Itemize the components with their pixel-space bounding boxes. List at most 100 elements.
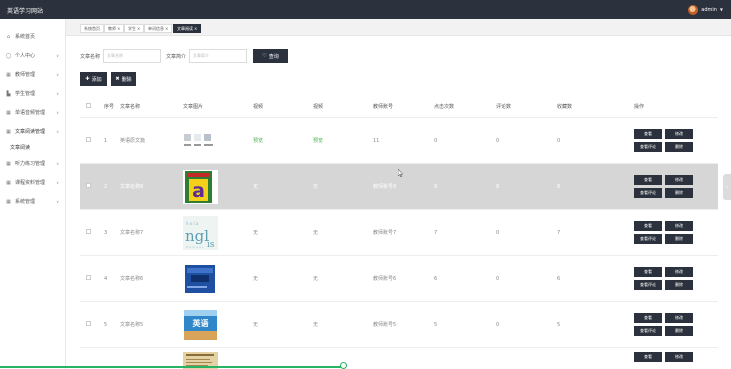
sidebar-subitem-article-reading[interactable]: 文章阅读 — [0, 141, 65, 154]
edit-button[interactable]: 修改 — [665, 221, 693, 231]
edit-button[interactable]: 修改 — [665, 175, 693, 185]
delete-row-button[interactable]: 删除 — [665, 280, 693, 290]
sidebar-item-audio[interactable]: ▦ 单语音频管理 ∨ — [0, 103, 65, 122]
header-clicks[interactable]: 点击次数 — [434, 103, 496, 110]
row-checkbox[interactable] — [86, 321, 91, 326]
article-name-input[interactable]: 文章名称 — [103, 49, 162, 63]
header-teacher[interactable]: 教师账号 — [373, 103, 434, 110]
row-checkbox[interactable] — [86, 183, 91, 188]
row-favorites: 0 — [557, 137, 561, 144]
header-favorites[interactable]: 收藏数 — [557, 103, 634, 110]
grid-icon: ▦ — [6, 198, 11, 205]
edit-button[interactable]: 修改 — [665, 267, 693, 277]
chevron-down-icon: ∨ — [56, 91, 59, 96]
close-icon[interactable]: × — [117, 26, 120, 31]
sidebar-item-listening[interactable]: ▦ 听力练习管理 ∨ — [0, 154, 65, 173]
header-index: 序号 — [104, 104, 115, 110]
close-icon[interactable]: × — [165, 26, 168, 31]
user-name[interactable]: admin — [701, 7, 717, 13]
tab-label: 系统首页 — [84, 26, 100, 31]
svg-text:ngl: ngl — [185, 227, 209, 245]
header-name[interactable]: 文章名称 — [120, 103, 183, 110]
table-row[interactable]: 5 文章名称5 英语 无 无 教师账号5 5 0 5 查看 修改 查看评论 删除 — [80, 302, 718, 348]
delete-row-button[interactable]: 删除 — [665, 142, 693, 152]
grid-icon: ▦ — [6, 71, 11, 78]
table-row[interactable]: 3 文章名称7 h o l a ngl is b o n j o u r 无 无… — [80, 210, 718, 256]
table-row[interactable]: 4 文章名称6 无 无 教师账号6 6 0 6 查看 修改 查看评论 删除 — [80, 256, 718, 302]
row-video-preview[interactable]: 预览 — [253, 137, 313, 144]
view-comments-button[interactable]: 查看评论 — [634, 280, 662, 290]
sidebar-item-teachers[interactable]: ▦ 教师管理 ∨ — [0, 65, 65, 84]
user-icon: ◯ — [5, 52, 12, 59]
chevron-down-icon[interactable]: ▼ — [720, 7, 723, 12]
add-button[interactable]: ✚ 添加 — [80, 72, 107, 86]
view-button[interactable]: 查看 — [634, 313, 662, 323]
delete-row-button[interactable]: 删除 — [665, 234, 693, 244]
row-clicks: 6 — [434, 275, 438, 282]
chevron-down-icon: ∨ — [56, 180, 59, 185]
tab-label: 教师 — [108, 26, 116, 31]
tab-home[interactable]: 系统首页 — [80, 24, 104, 33]
user-menu[interactable]: admin ▼ — [688, 4, 723, 15]
article-intro-input[interactable]: 文章简介 — [189, 49, 248, 63]
avatar[interactable] — [688, 4, 699, 15]
view-button[interactable]: 查看 — [634, 267, 662, 277]
tab-article-reading[interactable]: 文章阅读× — [173, 24, 202, 33]
tab-teachers[interactable]: 教师× — [104, 24, 125, 33]
sidebar-item-home[interactable]: ⌂ 系统首页 — [0, 27, 65, 46]
row-clicks: 7 — [434, 229, 438, 236]
delete-row-button[interactable]: 删除 — [665, 188, 693, 198]
chevron-down-icon: ∨ — [56, 53, 59, 58]
sidebar: ⌂ 系统首页 ◯ 个人中心 ∨ ▦ 教师管理 ∨ ▙ 学生管理 ∨ ▦ 单语音频… — [0, 19, 66, 369]
row-clicks: 0 — [434, 137, 438, 144]
row-comments: 0 — [496, 275, 500, 282]
sidebar-item-students[interactable]: ▙ 学生管理 ∨ — [0, 84, 65, 103]
row-checkbox[interactable] — [86, 137, 91, 142]
view-button[interactable]: 查看 — [634, 352, 662, 362]
sidebar-item-system[interactable]: ▦ 系统管理 ∨ — [0, 192, 65, 211]
view-comments-button[interactable]: 查看评论 — [634, 326, 662, 336]
tab-words[interactable]: 单词信息× — [144, 24, 173, 33]
edit-button[interactable]: 修改 — [665, 129, 693, 139]
row-name: 英语原文篇 — [120, 138, 146, 144]
edit-button[interactable]: 修改 — [665, 313, 693, 323]
search-form: 文章名称 文章名称 文章简介 文章简介 ♡ 查询 — [80, 49, 289, 63]
header-comments[interactable]: 评论数 — [496, 103, 557, 110]
row-actions: 查看 修改 查看评论 删除 — [634, 129, 718, 152]
sidebar-item-courses[interactable]: ▦ 课程资料管理 ∨ — [0, 173, 65, 192]
grid-icon: ▦ — [6, 128, 11, 135]
view-button[interactable]: 查看 — [634, 175, 662, 185]
delete-row-button[interactable]: 删除 — [665, 326, 693, 336]
view-button[interactable]: 查看 — [634, 129, 662, 139]
row-name: 文章名称6 — [120, 276, 144, 282]
header-video: 视频 — [253, 104, 264, 110]
row-index: 5 — [104, 321, 108, 328]
view-button[interactable]: 查看 — [634, 221, 662, 231]
tab-students[interactable]: 学生× — [124, 24, 145, 33]
edit-button[interactable]: 修改 — [665, 352, 693, 362]
row-video-preview-2[interactable]: 预览 — [313, 137, 373, 144]
top-bar: 英语学习网站 admin ▼ — [0, 0, 731, 19]
row-video: 无 — [253, 230, 259, 236]
side-drawer-toggle[interactable]: ‹ — [723, 174, 731, 200]
view-comments-button[interactable]: 查看评论 — [634, 234, 662, 244]
close-icon[interactable]: × — [194, 26, 197, 31]
table-row[interactable]: 1 英语原文篇 预览 预览 11 0 0 0 查看 修改 查看评论 删除 — [80, 118, 718, 164]
row-image-cell: h o l a ngl is b o n j o u r — [183, 215, 253, 250]
sidebar-item-profile[interactable]: ◯ 个人中心 ∨ — [0, 46, 65, 65]
delete-button[interactable]: ✖ 删除 — [111, 72, 136, 86]
select-all-checkbox[interactable] — [86, 103, 91, 108]
row-checkbox[interactable] — [86, 229, 91, 234]
sidebar-item-articles[interactable]: ▦ 文章阅读管理 ∧ — [0, 122, 65, 141]
svg-text:h o l a: h o l a — [186, 221, 199, 226]
article-image: h o l a ngl is b o n j o u r — [183, 215, 218, 250]
query-label: 查询 — [268, 53, 279, 60]
close-icon[interactable]: × — [137, 26, 140, 31]
add-label: 添加 — [91, 76, 102, 83]
row-checkbox[interactable] — [86, 275, 91, 280]
chevron-down-icon: ∨ — [56, 161, 59, 166]
row-checkbox-cell — [80, 183, 104, 190]
view-comments-button[interactable]: 查看评论 — [634, 142, 662, 152]
view-comments-button[interactable]: 查看评论 — [634, 188, 662, 198]
query-button[interactable]: ♡ 查询 — [253, 49, 289, 63]
